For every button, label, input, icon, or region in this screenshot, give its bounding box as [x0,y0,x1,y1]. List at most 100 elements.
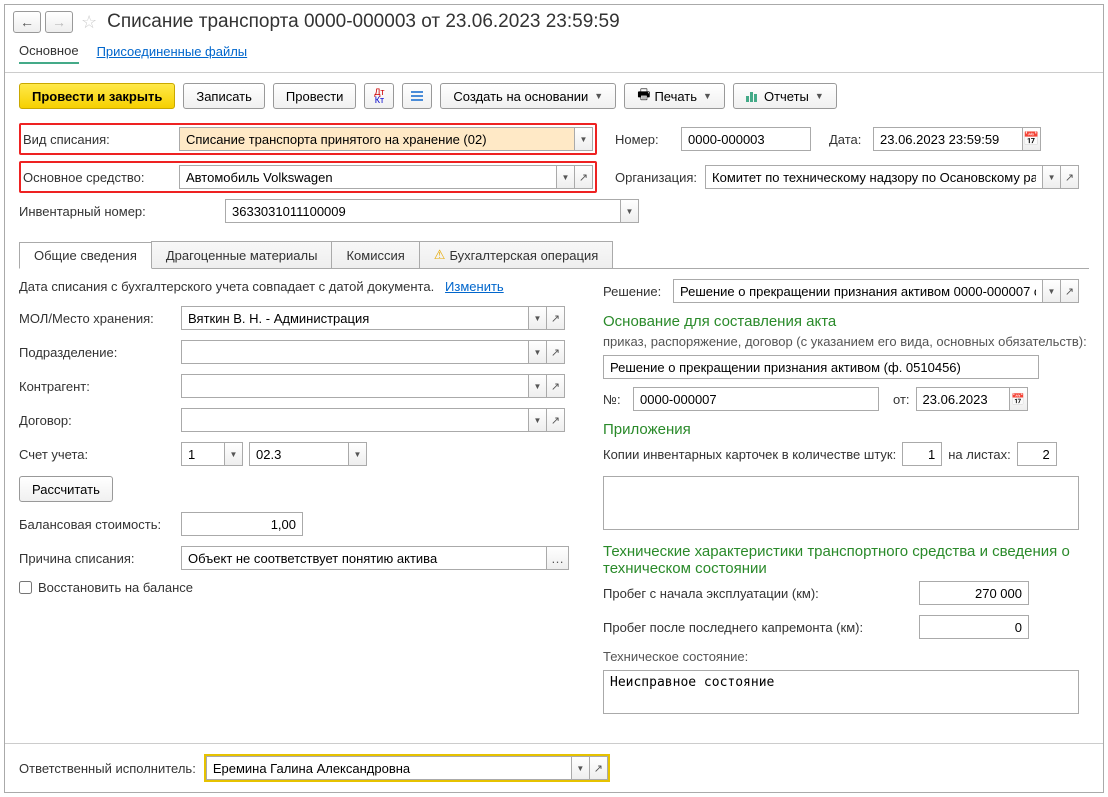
tab-accounting[interactable]: ⚠Бухгалтерская операция [419,241,614,268]
kontr-input[interactable] [181,374,529,398]
note-text: Дата списания с бухгалтерского учета сов… [19,279,434,294]
printer-icon: 🖶 [637,84,650,108]
attachments-textarea[interactable] [603,476,1079,530]
date-input[interactable] [873,127,1023,151]
basis-input[interactable] [603,355,1039,379]
number-label: Номер: [615,132,673,147]
tab-commission[interactable]: Комиссия [331,241,419,268]
vid-spisaniya-label: Вид списания: [23,132,179,147]
open-button[interactable]: ↗ [547,340,565,364]
chevron-down-icon: ▼ [594,91,603,101]
podr-input[interactable] [181,340,529,364]
tab-precious[interactable]: Драгоценные материалы [151,241,333,268]
mileage2-label: Пробег после последнего капремонта (км): [603,620,913,635]
reason-input[interactable] [181,546,547,570]
state-textarea[interactable]: Неисправное состояние [603,670,1079,714]
decision-input[interactable] [673,279,1043,303]
dogovor-label: Договор: [19,413,175,428]
open-button[interactable]: ↗ [590,756,608,780]
basis-section-title: Основание для составления акта [603,313,1089,330]
mileage1-input[interactable] [919,581,1029,605]
vid-spisaniya-input[interactable] [179,127,575,151]
change-link[interactable]: Изменить [445,279,504,294]
dtkt-button[interactable]: ДтКт [364,83,394,109]
subtab-files[interactable]: Присоединенные файлы [97,40,248,63]
open-button[interactable]: ↗ [547,408,565,432]
org-label: Организация: [615,170,697,185]
kontr-label: Контрагент: [19,379,175,394]
date-label: Дата: [829,132,865,147]
podr-label: Подразделение: [19,345,175,360]
mol-input[interactable] [181,306,529,330]
tech-section-title: Технические характеристики транспортного… [603,543,1089,577]
open-button[interactable]: ↗ [547,374,565,398]
inv-label: Инвентарный номер: [19,204,217,219]
list-icon [411,91,423,101]
balance-label: Балансовая стоимость: [19,517,175,532]
schet2-input[interactable] [249,442,349,466]
number-input[interactable] [681,127,811,151]
num-label: №: [603,392,627,407]
balance-input[interactable] [181,512,303,536]
restore-label: Восстановить на балансе [38,580,193,595]
list-button[interactable] [402,83,432,109]
tab-general[interactable]: Общие сведения [19,242,152,269]
responsible-label: Ответственный исполнитель: [19,761,196,776]
reports-button[interactable]: Отчеты▼ [733,83,837,109]
calendar-icon: 📅 [1023,131,1039,147]
mileage2-input[interactable] [919,615,1029,639]
copies-label: Копии инвентарных карточек в количестве … [603,447,896,462]
basis-num-input[interactable] [633,387,879,411]
ellipsis-button[interactable]: … [547,546,569,570]
sheets-input[interactable] [1017,442,1057,466]
calculate-button[interactable]: Рассчитать [19,476,113,502]
dropdown-button[interactable]: ▼ [1043,279,1061,303]
schet1-input[interactable] [181,442,225,466]
save-button[interactable]: Записать [183,83,265,109]
inv-input[interactable] [225,199,621,223]
dogovor-input[interactable] [181,408,529,432]
calendar-button[interactable]: 📅 [1023,127,1041,151]
post-button[interactable]: Провести [273,83,357,109]
subtab-main[interactable]: Основное [19,39,79,64]
dropdown-button[interactable]: ▼ [529,340,547,364]
post-and-close-button[interactable]: Провести и закрыть [19,83,175,109]
basis-desc: приказ, распоряжение, договор (с указани… [603,334,1089,349]
dropdown-button[interactable]: ▼ [1043,165,1061,189]
copies-input[interactable] [902,442,942,466]
open-button[interactable]: ↗ [547,306,565,330]
page-title: Списание транспорта 0000-000003 от 23.06… [107,11,620,33]
dropdown-button[interactable]: ▼ [529,306,547,330]
open-button[interactable]: ↗ [575,165,593,189]
dropdown-button[interactable]: ▼ [557,165,575,189]
create-on-basis-button[interactable]: Создать на основании▼ [440,83,616,109]
dropdown-button[interactable]: ▼ [349,442,367,466]
open-button[interactable]: ↗ [1061,165,1079,189]
open-button[interactable]: ↗ [1061,279,1079,303]
print-button[interactable]: 🖶Печать▼ [624,83,725,109]
chevron-down-icon: ▼ [815,91,824,101]
restore-checkbox[interactable] [19,581,32,594]
mol-label: МОЛ/Место хранения: [19,311,175,326]
os-label: Основное средство: [23,170,179,185]
state-label: Техническое состояние: [603,649,1089,664]
nav-forward-button[interactable]: → [45,11,73,33]
dropdown-button[interactable]: ▼ [225,442,243,466]
dtkt-icon: ДтКт [374,88,384,104]
dropdown-button[interactable]: ▼ [529,374,547,398]
calendar-button[interactable]: 📅 [1010,387,1028,411]
nav-back-button[interactable]: ← [13,11,41,33]
dropdown-button[interactable]: ▼ [575,127,593,151]
org-input[interactable] [705,165,1043,189]
attachments-title: Приложения [603,421,1089,438]
chart-icon [746,90,760,102]
sheets-label: на листах: [948,447,1011,462]
dropdown-button[interactable]: ▼ [621,199,639,223]
dropdown-button[interactable]: ▼ [529,408,547,432]
os-input[interactable] [179,165,557,189]
responsible-input[interactable] [206,756,572,780]
mileage1-label: Пробег с начала эксплуатации (км): [603,586,913,601]
basis-date-input[interactable] [916,387,1010,411]
favorite-star-icon[interactable]: ☆ [81,12,97,33]
dropdown-button[interactable]: ▼ [572,756,590,780]
